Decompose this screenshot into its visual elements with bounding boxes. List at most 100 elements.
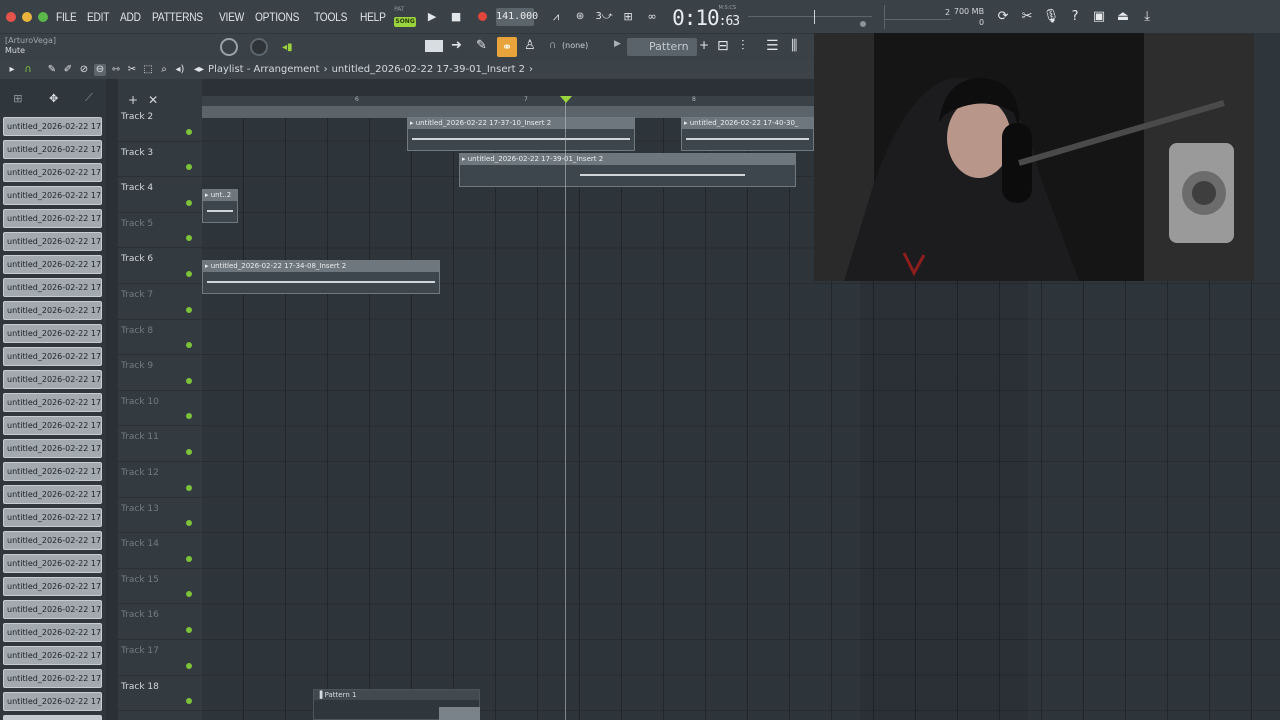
audio-clip[interactable]: ▸ untitled_2026-02-22 17-37-10_Insert 2: [407, 117, 635, 151]
browser-clip-item[interactable]: untitled_2026-02-22 17-...: [3, 692, 102, 711]
track-mute-led[interactable]: [186, 698, 192, 705]
playlist-window-icon[interactable]: ⊟: [717, 38, 729, 54]
minimize-window-button[interactable]: [22, 11, 32, 22]
browser-clip-item[interactable]: untitled_2026-02-22 17-...: [3, 554, 102, 573]
browser-clip-item[interactable]: untitled_2026-02-22 17-...: [3, 646, 102, 665]
record-button[interactable]: [472, 7, 492, 27]
track-header[interactable]: Track 14: [118, 533, 202, 569]
mixer-icon[interactable]: ☰: [766, 38, 779, 54]
plugin-icon[interactable]: ⏏: [1114, 8, 1132, 26]
track-header[interactable]: Track 6: [118, 248, 202, 284]
track-mute-led[interactable]: [186, 377, 192, 384]
track-header[interactable]: Track 13: [118, 498, 202, 534]
track-mute-led[interactable]: [186, 199, 192, 206]
track-header[interactable]: Track 7: [118, 284, 202, 320]
channel-rack-icon[interactable]: ⫶: [741, 38, 745, 54]
track-header[interactable]: Track 10: [118, 391, 202, 427]
track-header[interactable]: Track 16: [118, 604, 202, 640]
pattern-arrow-icon[interactable]: ▶: [614, 39, 621, 49]
slip-tool-icon[interactable]: ⇿: [110, 64, 122, 76]
add-track-icon[interactable]: +: [128, 93, 138, 107]
browser-clip-item[interactable]: untitled_2026-02-22 17-...: [3, 370, 102, 389]
playhead-marker[interactable]: [560, 96, 572, 103]
tempo-display[interactable]: 141.000: [496, 7, 538, 26]
audio-clip[interactable]: ▸ untitled_2026-02-22 17-40-30_: [681, 117, 814, 151]
countdown-icon[interactable]: 3⤻: [594, 7, 614, 27]
menu-arrow-icon[interactable]: ▸: [6, 64, 18, 76]
browser-clip-item[interactable]: untitled_2026-02-22 17-...: [3, 209, 102, 228]
track-header[interactable]: Track 11: [118, 426, 202, 462]
track-mute-led[interactable]: [186, 413, 192, 420]
browser-clip-item[interactable]: untitled_2026-02-22 17-...: [3, 140, 102, 159]
help-icon[interactable]: ?: [1066, 8, 1084, 26]
magnet-icon[interactable]: ∩: [549, 40, 556, 51]
save-icon[interactable]: ▣: [1090, 8, 1108, 26]
mute-tool-icon[interactable]: ⊖: [94, 63, 106, 76]
pattern-song-toggle[interactable]: PAT SONG: [394, 6, 417, 28]
browser-clip-item[interactable]: untitled_2026-02-22 17-...: [3, 439, 102, 458]
track-mute-led[interactable]: [186, 520, 192, 527]
pattern-selector[interactable]: Pattern 1: [627, 38, 697, 71]
timeline-ruler[interactable]: 6 7 8: [202, 96, 814, 106]
track-header[interactable]: Track 5: [118, 213, 202, 249]
remove-track-icon[interactable]: ✕: [148, 93, 158, 107]
browser-clip-item[interactable]: untitled_2026-02-22 17-...: [3, 163, 102, 182]
menu-tools[interactable]: TOOLS: [314, 10, 347, 24]
piano-icon[interactable]: [425, 40, 443, 52]
browser-grid-icon[interactable]: ⊞: [13, 92, 22, 105]
track-mute-led[interactable]: [186, 128, 192, 135]
close-window-button[interactable]: [6, 11, 16, 22]
pattern-clip[interactable]: ▐ Pattern 1: [313, 689, 480, 720]
track-mute-led[interactable]: [186, 270, 192, 277]
undo-history-icon[interactable]: ⟳: [994, 8, 1012, 26]
select-tool-icon[interactable]: ⬚: [142, 64, 154, 76]
browser-clip-item[interactable]: untitled_2026-02-22 17-...: [3, 255, 102, 274]
browser-clip-item[interactable]: untitled_2026-02-22 17-...: [3, 186, 102, 205]
browser-clip-item[interactable]: untitled_2026-02-22 17-...: [3, 278, 102, 297]
browser-clip-item[interactable]: untitled_2026-02-22 17-...: [3, 577, 102, 596]
browser-clip-item[interactable]: untitled_2026-02-22 17-...: [3, 301, 102, 320]
audio-clip[interactable]: ▸ untitled_2026-02-22 17-39-01_Insert 2: [459, 153, 796, 187]
track-header[interactable]: Track 17: [118, 640, 202, 676]
menu-add[interactable]: ADD: [120, 10, 141, 24]
arrow-right-icon[interactable]: ➜: [451, 38, 462, 53]
cut-tool-icon[interactable]: ✂: [1018, 8, 1036, 26]
browser-scrollbar[interactable]: [106, 79, 118, 720]
track-header[interactable]: Track 4: [118, 177, 202, 213]
browser-clip-item[interactable]: untitled_2026-02-22 17-...: [3, 232, 102, 251]
pencil-tool-icon[interactable]: ✎: [46, 64, 58, 76]
audio-clip[interactable]: ▸ unt..2: [202, 189, 238, 223]
browser-clip-item[interactable]: untitled_2026-02-22 17-...: [3, 623, 102, 642]
master-volume-knob[interactable]: [220, 38, 238, 56]
track-header[interactable]: Track 12: [118, 462, 202, 498]
master-pitch-slider[interactable]: [748, 7, 876, 27]
playlist-options-icon[interactable]: ◂▸: [194, 64, 204, 75]
menu-edit[interactable]: EDIT: [87, 10, 109, 24]
paint-tool-icon[interactable]: ✐: [62, 64, 74, 76]
link-icon[interactable]: ⚭: [497, 37, 517, 57]
zoom-tool-icon[interactable]: ⌕: [158, 64, 170, 76]
metronome-icon[interactable]: ⩘: [546, 7, 566, 27]
browser-clip-item[interactable]: untitled_2026-02-22 17-...: [3, 117, 102, 136]
track-mute-led[interactable]: [186, 484, 192, 491]
delete-tool-icon[interactable]: ⊘: [78, 64, 90, 76]
stop-button[interactable]: ■: [446, 7, 466, 27]
browser-clip-item[interactable]: untitled_2026-02-22 17-...: [3, 416, 102, 435]
browser-clip-item[interactable]: untitled_2026-02-22 17-...: [3, 600, 102, 619]
menu-options[interactable]: OPTIONS: [255, 10, 299, 24]
audio-clip[interactable]: ▸ untitled_2026-02-22 17-34-08_Insert 2: [202, 260, 440, 294]
brush-icon[interactable]: ✎: [476, 38, 487, 53]
track-header[interactable]: Track 9: [118, 355, 202, 391]
stamp-icon[interactable]: ♙: [524, 38, 536, 53]
menu-view[interactable]: VIEW: [219, 10, 244, 24]
track-header[interactable]: Track 18: [118, 676, 202, 712]
channel-settings-icon[interactable]: ⫼: [791, 38, 797, 54]
download-icon[interactable]: ⤓: [1138, 8, 1156, 26]
play-button[interactable]: ▶: [422, 7, 442, 27]
browser-clip-item[interactable]: untitled_2026-02-22 17-...: [3, 485, 102, 504]
wait-input-icon[interactable]: ⊛: [570, 7, 590, 27]
browser-clip-item[interactable]: untitled_2026-02-22 17-...: [3, 508, 102, 527]
track-mute-led[interactable]: [186, 448, 192, 455]
menu-patterns[interactable]: PATTERNS: [152, 10, 203, 24]
master-pitch-knob[interactable]: [250, 38, 268, 56]
